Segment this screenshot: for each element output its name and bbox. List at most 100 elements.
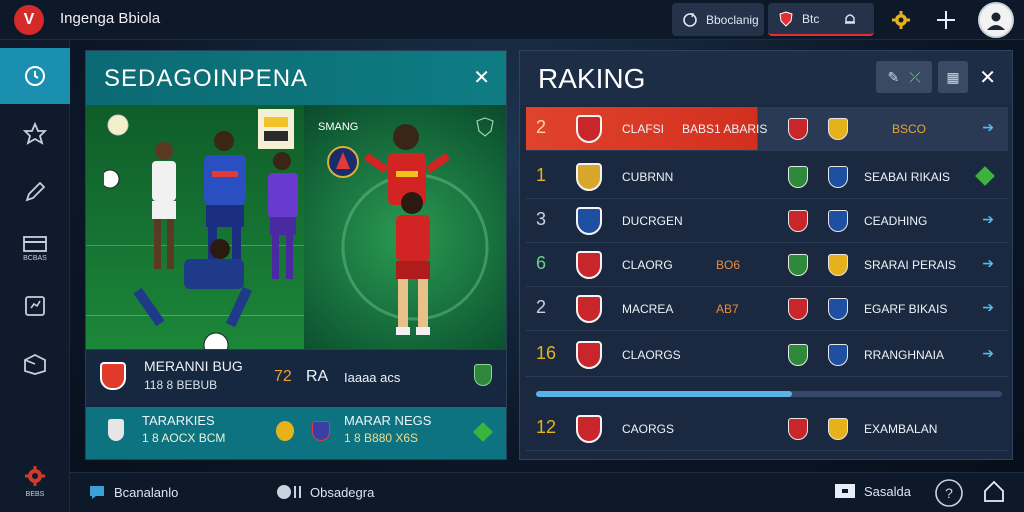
team-stat: BO6 (716, 258, 741, 272)
bottom-item-2[interactable]: Obsadegra (276, 483, 374, 501)
sidebar-item-box[interactable] (0, 336, 70, 392)
team-right-label: SEABAI RIKAIS (864, 170, 951, 184)
rank-number: 2 (536, 117, 547, 137)
sidebar-item-settings[interactable]: BEBS (0, 452, 70, 508)
opponent-crest-icon (788, 254, 808, 276)
team-crest-icon (576, 415, 602, 443)
star-icon (22, 121, 48, 147)
ranking-scroll-thumb[interactable] (536, 391, 793, 397)
sidebar-item-chart[interactable] (0, 278, 70, 334)
team-crest-icon (576, 207, 602, 235)
diamond-icon[interactable] (975, 166, 995, 186)
fixture-right-title: MARAR NEGS (344, 413, 432, 428)
league-crest-icon (828, 166, 848, 188)
ranking-title: RAKING (538, 63, 646, 94)
diamond-icon[interactable] (473, 422, 493, 442)
ranking-row[interactable]: 16 CLAORGS RRANGHNAIA ➔ (526, 333, 1008, 377)
close-icon[interactable]: ✕ (979, 65, 996, 90)
settings-icon (22, 463, 48, 489)
opponent-crest-icon (788, 298, 808, 320)
bottom-bar: Bcanalanlo Obsadegra Sasalda ? (70, 472, 1024, 512)
league-crest-icon (828, 118, 848, 140)
arrow-right-icon[interactable]: ➔ (982, 255, 994, 272)
team-badge-icon (100, 362, 126, 390)
rank-number: 6 (536, 253, 547, 273)
home-icon (982, 479, 1006, 505)
fixture-title: TARARKIES (142, 413, 215, 428)
box-icon (22, 352, 48, 376)
ranking-row[interactable]: 3 DUCRGEN CEADHING ➔ (526, 199, 1008, 243)
chat-icon (88, 483, 106, 501)
clock-icon (23, 64, 47, 88)
team-right-label: RRANGHNAIA (864, 348, 945, 362)
pause-icon (276, 483, 302, 501)
opponent-crest-icon (788, 210, 808, 232)
edit-icon: ✎ (887, 68, 900, 85)
arrow-right-icon[interactable]: ➔ (982, 299, 994, 316)
bottom-item-3-label: Sasalda (864, 483, 911, 499)
score-b: RA (306, 368, 329, 385)
home-button[interactable] (982, 479, 1006, 505)
rank-number: 1 (536, 165, 547, 185)
btc-button[interactable]: Btc (768, 3, 874, 36)
team-right-label: BSCO (892, 122, 927, 136)
team-name: MACREA (622, 302, 674, 316)
close-icon[interactable]: ✕ (473, 65, 490, 90)
top-bar: V Ingenga Bbiola Bboclanig Btc (0, 0, 1024, 40)
shield-icon (778, 10, 794, 27)
match-info-row[interactable]: MERANNI BUG 118 8 BEBUB 72 RA Iaaaa acs (86, 349, 506, 405)
fixture-info-row[interactable]: TARARKIES 1 8 AOCX BCM MARAR NEGS 1 8 B8… (86, 407, 506, 459)
team-name: CUBRNN (622, 170, 674, 184)
user-avatar[interactable] (978, 2, 1014, 38)
bottom-item-3[interactable]: Sasalda (834, 483, 911, 499)
team-right-label: EXAMBALAN (864, 422, 938, 436)
trophy-icon (108, 419, 124, 441)
sidebar-item-cards[interactable]: BCBAS (0, 220, 70, 276)
blue-crest-icon (312, 421, 330, 441)
bottom-item-1[interactable]: Bcanalanlo (88, 483, 178, 501)
sidebar-item-star[interactable] (0, 106, 70, 162)
match-panel: SEDAGOINPENA ✕ SMANG MERANNI BUG 118 8 B… (85, 50, 507, 460)
ranking-row[interactable]: 6 CLAORG BO6 SRARAI PERAIS ➔ (526, 243, 1008, 287)
filter-tool-button[interactable]: ✎ ⤫ (876, 61, 932, 93)
team-name: CLAORG (622, 258, 673, 272)
rank-number: 16 (536, 343, 557, 363)
team-right-label: CEADHING (864, 214, 928, 228)
app-logo[interactable]: V (14, 5, 44, 35)
ranking-scrollbar[interactable] (536, 391, 1002, 397)
team-stat: AB7 (716, 302, 739, 316)
arrow-right-icon[interactable]: ➔ (982, 345, 994, 362)
card-icon (22, 235, 48, 253)
sidebar-item-clock[interactable] (0, 48, 70, 104)
team-crest-icon (576, 251, 602, 279)
refresh-icon (682, 12, 698, 28)
team-crest-icon (576, 295, 602, 323)
match-panel-header: SEDAGOINPENA ✕ (86, 51, 506, 105)
layout-tool-button[interactable]: ▦ (938, 61, 968, 93)
pencil-icon (22, 179, 48, 205)
bottom-item-2-label: Obsadegra (310, 484, 375, 500)
league-crest-icon (828, 298, 848, 320)
league-crest-icon (828, 254, 848, 276)
gear-icon[interactable] (887, 6, 915, 34)
ranking-row[interactable]: 2 CLAFSI BABS1 ABARIS BSCO ➔ (526, 107, 1008, 151)
team-name: CLAORGS (622, 348, 681, 362)
sidebar-item-pencil[interactable] (0, 164, 70, 220)
team-name: CAORGS (622, 422, 675, 436)
ranking-row[interactable]: 2 MACREA AB7 EGARF BIKAIS ➔ (526, 287, 1008, 331)
bboclanig-button[interactable]: Bboclanig (672, 3, 764, 36)
arrow-right-icon[interactable]: ➔ (982, 211, 994, 228)
help-icon: ? (934, 478, 964, 508)
ranking-row[interactable]: 12 CAORGS EXAMBALAN (526, 407, 1008, 451)
crosshair-icon[interactable] (932, 6, 960, 34)
team-name: DUCRGEN (622, 214, 683, 228)
team-name: CLAFSI (622, 122, 665, 136)
opponent-crest-icon (788, 118, 808, 140)
arrow-right-icon[interactable]: ➔ (982, 119, 994, 136)
league-crest-icon (828, 210, 848, 232)
bell-icon[interactable] (843, 12, 857, 26)
green-shield-icon (474, 364, 492, 386)
help-button[interactable]: ? (934, 478, 964, 508)
opponent-crest-icon (788, 418, 808, 440)
ranking-row[interactable]: 1 CUBRNN SEABAI RIKAIS (526, 155, 1008, 199)
